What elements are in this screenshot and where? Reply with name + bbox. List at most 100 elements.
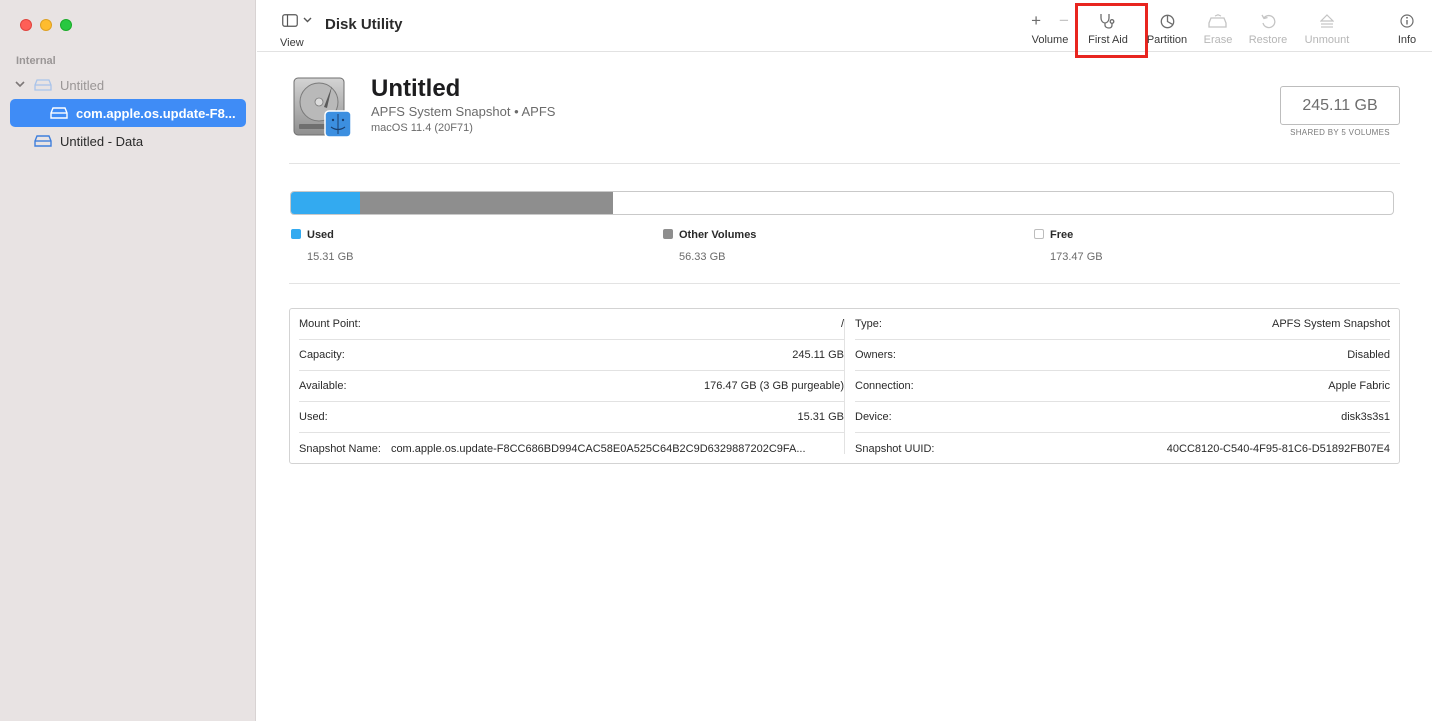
volume-button[interactable]: + − Volume <box>1029 10 1071 46</box>
sidebar-item-untitled[interactable]: Untitled <box>10 71 246 99</box>
info-row-device: Device: disk3s3s1 <box>855 402 1390 433</box>
pie-chart-icon <box>1160 14 1174 28</box>
info-row-connection: Connection: Apple Fabric <box>855 371 1390 402</box>
view-button[interactable]: View <box>277 12 317 49</box>
info-key: Used: <box>299 411 328 423</box>
volume-name: Untitled <box>371 75 461 102</box>
free-swatch <box>1034 229 1044 239</box>
add-icon[interactable]: + <box>1031 11 1041 31</box>
info-key: Connection: <box>855 380 914 392</box>
erase-button[interactable]: Erase <box>1202 10 1234 46</box>
legend-label: Used <box>307 229 334 241</box>
info-row-type: Type: APFS System Snapshot <box>855 309 1390 340</box>
info-button[interactable]: Info <box>1395 10 1419 46</box>
shared-volumes-note: SHARED BY 5 VOLUMES <box>1290 128 1390 137</box>
sidebar-item-label: Untitled - Data <box>60 133 144 149</box>
info-value: disk3s3s1 <box>1341 411 1390 423</box>
eject-icon <box>1320 13 1334 28</box>
legend-other-volumes: Other Volumes 56.33 GB <box>663 225 756 263</box>
sidebar: Internal Untitled com.apple.os.update-F8… <box>0 0 256 721</box>
chevron-down-icon <box>303 17 312 23</box>
legend-label: Other Volumes <box>679 229 757 241</box>
info-row-capacity: Capacity: 245.11 GB <box>299 340 844 371</box>
disk-icon <box>50 107 68 119</box>
info-key: Capacity: <box>299 349 345 361</box>
first-aid-highlight <box>1075 3 1148 58</box>
info-value: 15.31 GB <box>797 411 844 423</box>
info-value[interactable]: com.apple.os.update-F8CC686BD994CAC58E0A… <box>391 443 844 455</box>
view-label: View <box>280 37 304 49</box>
unmount-label: Unmount <box>1304 34 1350 46</box>
info-key: Snapshot UUID: <box>855 442 935 455</box>
partition-button[interactable]: Partition <box>1145 10 1189 46</box>
legend-label: Free <box>1050 229 1074 241</box>
toolbar: View Disk Utility + − Volume First Aid P… <box>257 0 1432 58</box>
disk-icon <box>34 79 52 91</box>
zoom-window-button[interactable] <box>60 19 72 31</box>
other-volumes-swatch <box>663 229 673 239</box>
info-key: Available: <box>299 380 347 392</box>
volume-type: APFS System Snapshot • APFS <box>371 104 556 119</box>
erase-label: Erase <box>1203 34 1233 46</box>
info-value[interactable]: 40CC8120-C540-4F95-81C6-D51892FB07E4 <box>1167 443 1390 455</box>
info-value: APFS System Snapshot <box>1272 318 1390 330</box>
column-divider <box>844 319 845 454</box>
info-row-owners: Owners: Disabled <box>855 340 1390 371</box>
close-window-button[interactable] <box>20 19 32 31</box>
sidebar-section-internal: Internal <box>16 55 56 67</box>
info-column-right: Type: APFS System Snapshot Owners: Disab… <box>855 309 1390 464</box>
legend-value: 56.33 GB <box>679 251 726 263</box>
partition-label: Partition <box>1146 34 1188 46</box>
unmount-button[interactable]: Unmount <box>1302 10 1352 46</box>
info-value: 245.11 GB <box>792 349 844 361</box>
legend-used: Used 15.31 GB <box>291 225 353 263</box>
usage-segment-used <box>291 192 360 214</box>
volume-os-version: macOS 11.4 (20F71) <box>371 122 473 134</box>
volume-label: Volume <box>1031 34 1069 46</box>
app-title: Disk Utility <box>325 16 403 33</box>
info-value: Apple Fabric <box>1328 380 1390 392</box>
usage-segment-other-volumes <box>359 192 614 214</box>
sidebar-item-snapshot[interactable]: com.apple.os.update-F8... <box>10 99 246 127</box>
remove-icon[interactable]: − <box>1059 11 1069 31</box>
info-value: Disabled <box>1347 349 1390 361</box>
disk-utility-window: Internal Untitled com.apple.os.update-F8… <box>0 0 1432 721</box>
info-row-used: Used: 15.31 GB <box>299 402 844 433</box>
info-key: Mount Point: <box>299 318 361 330</box>
legend-value: 173.47 GB <box>1050 251 1103 263</box>
window-controls <box>20 19 72 31</box>
sidebar-item-label: Untitled <box>60 77 105 93</box>
minimize-window-button[interactable] <box>40 19 52 31</box>
legend-value: 15.31 GB <box>307 251 354 263</box>
sidebar-toggle-icon <box>282 13 298 27</box>
sidebar-item-label: com.apple.os.update-F8... <box>76 105 236 121</box>
restore-label: Restore <box>1248 34 1288 46</box>
capacity-display: 245.11 GB <box>1280 86 1400 125</box>
info-key: Snapshot Name: <box>299 442 381 455</box>
info-value: 176.47 GB (3 GB purgeable) <box>703 380 844 392</box>
info-row-mount-point: Mount Point: / <box>299 309 844 340</box>
used-swatch <box>291 229 301 239</box>
restore-button[interactable]: Restore <box>1247 10 1289 46</box>
info-key: Owners: <box>855 349 896 361</box>
eraser-icon <box>1208 14 1227 28</box>
restore-icon <box>1260 14 1275 28</box>
hard-drive-icon <box>293 77 352 138</box>
divider <box>289 163 1400 164</box>
info-label: Info <box>1397 34 1417 46</box>
disk-icon <box>34 135 52 147</box>
info-row-snapshot-uuid: Snapshot UUID: 40CC8120-C540-4F95-81C6-D… <box>855 433 1390 464</box>
info-row-snapshot-name: Snapshot Name: com.apple.os.update-F8CC6… <box>299 433 844 464</box>
info-key: Type: <box>855 318 882 330</box>
chevron-down-icon[interactable] <box>12 80 28 91</box>
volume-info-table: Mount Point: / Capacity: 245.11 GB Avail… <box>289 308 1400 464</box>
info-column-left: Mount Point: / Capacity: 245.11 GB Avail… <box>299 309 844 464</box>
sidebar-item-untitled-data[interactable]: Untitled - Data <box>10 127 246 155</box>
info-row-available: Available: 176.47 GB (3 GB purgeable) <box>299 371 844 402</box>
info-icon <box>1400 14 1414 28</box>
legend-free: Free 173.47 GB <box>1034 225 1103 263</box>
storage-usage-bar <box>290 191 1394 215</box>
divider <box>289 283 1400 284</box>
main-content: Untitled APFS System Snapshot • APFS mac… <box>257 53 1432 721</box>
info-key: Device: <box>855 411 892 423</box>
